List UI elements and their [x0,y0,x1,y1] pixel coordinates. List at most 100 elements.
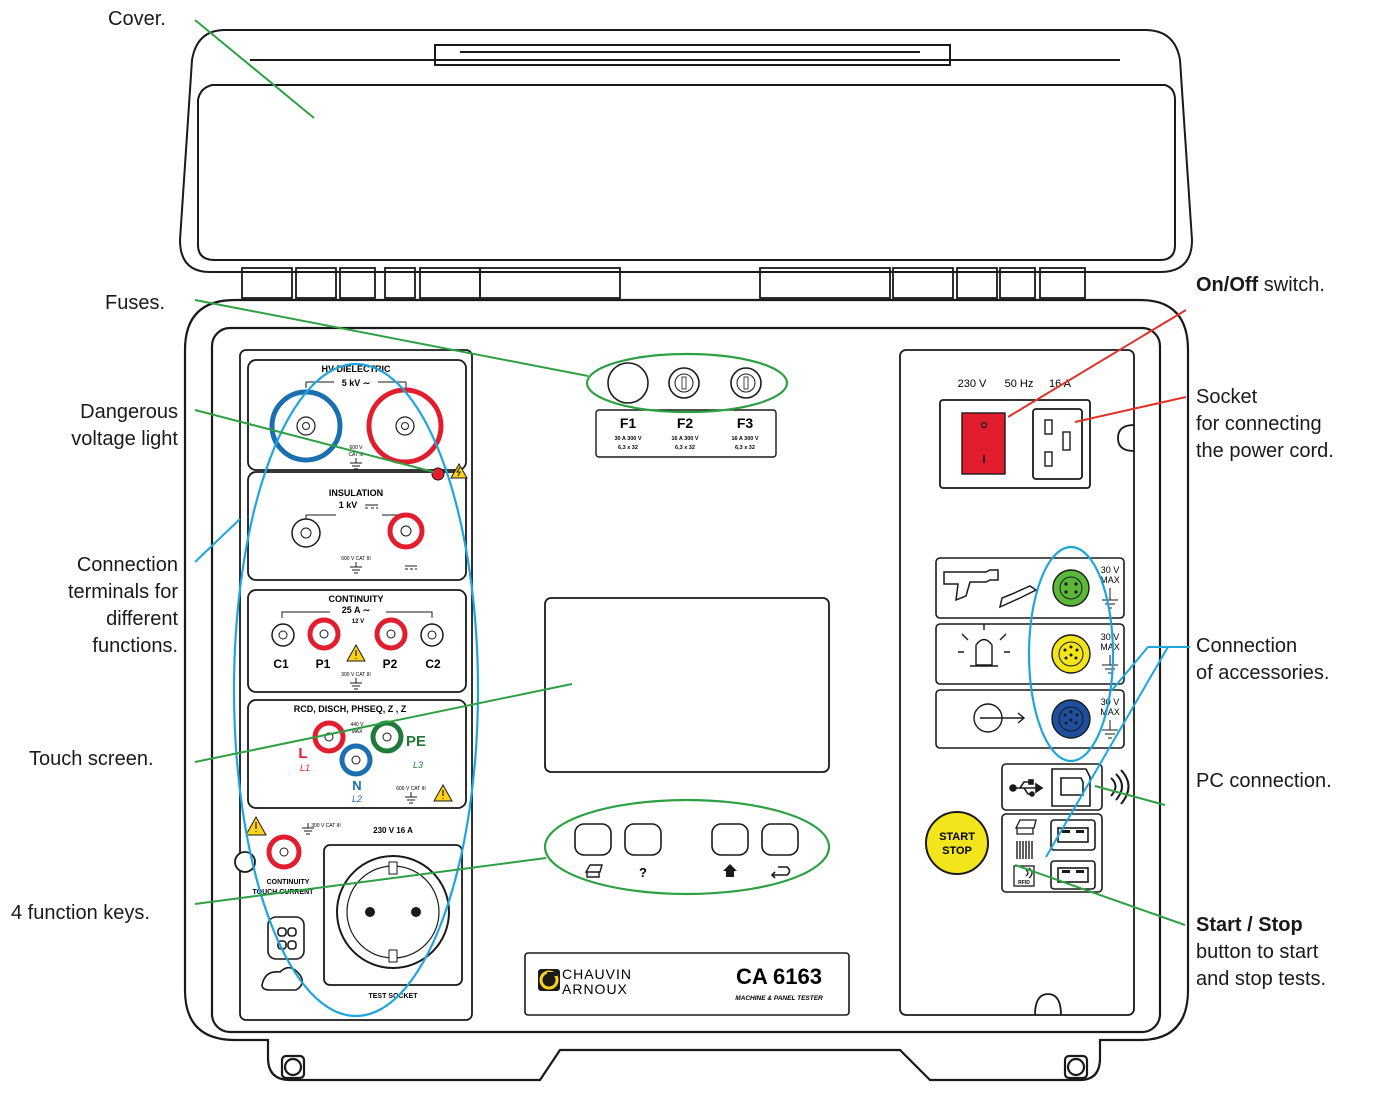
warning-icon [346,643,366,662]
usb-a-port-top[interactable] [1050,819,1096,851]
callout-terminals-line3: different [106,608,178,630]
instrument-diagram: HV DIELECTRIC 5 kV ∼ 600 V CAT III INSUL… [178,19,1194,1082]
function-key-2[interactable] [624,823,662,856]
label-c1: C1 [273,657,289,671]
chauvin-arnoux-logo [538,969,560,991]
hv-terminal-red[interactable] [366,387,444,465]
help-icon: ? [639,865,647,880]
touch-screen[interactable] [544,597,830,773]
callout-touch-screen: Touch screen. [29,746,154,773]
callout-start-stop: Start / Stop button to start and stop te… [1196,912,1326,993]
stop-label: STOP [942,845,972,857]
ins-cat: 600 V CAT III [341,556,371,562]
ins-sub: 1 kV [339,500,358,510]
ts-rating: 230 V 16 A [373,826,413,835]
callout-danger-light: Dangerous voltage light [71,399,178,453]
cont-terminal-c2[interactable] [420,623,444,647]
ins-terminal-black[interactable] [291,518,321,548]
fuse-f1-rating: 30 A 300 V [614,436,641,442]
function-key-3[interactable] [711,823,749,856]
fuse-f3-rating: 16 A 300 V [731,436,758,442]
danger-light [431,467,445,481]
function-keys [574,823,799,856]
acc3-max: MAX [1100,707,1120,717]
cont-terminal-p2[interactable] [374,617,408,651]
mains-voltage: 230 V [958,378,987,390]
label-pe: PE [406,733,426,750]
rcd-terminal-pe[interactable] [370,720,404,754]
fuse-f1-size: 6,3 x 32 [618,445,638,451]
callout-terminals-line2: terminals for [67,581,178,603]
fuses-leader [194,299,589,377]
power-socket[interactable] [1044,419,1071,467]
ts-terminal-red[interactable] [266,834,302,870]
rcd-title: RCD, DISCH, PHSEQ, Z , Z [294,704,407,714]
mains-frequency: 50 Hz [1005,378,1034,390]
ground-icon [350,458,362,470]
label-c2: C2 [425,657,441,671]
printer-icon [584,864,603,878]
pc-leader [1094,785,1166,806]
accessory-connector-green[interactable] [1052,569,1090,607]
cont-terminal-c1[interactable] [271,623,295,647]
wifi-icon [1110,769,1130,805]
cont-terminal-p1[interactable] [307,617,341,651]
cont-cat: 300 V CAT III [341,672,371,678]
function-key-1[interactable] [574,823,612,856]
ins-terminal-red[interactable] [387,512,425,550]
right-panel [899,349,1135,1016]
hv-title: HV DIELECTRIC [321,364,391,374]
model-name: CA 6163 [736,964,822,989]
callout-keys-text: 4 function keys. [11,902,150,924]
printer-icon [1014,819,1037,835]
ground-icon [350,562,362,574]
accessory-connector-blue[interactable] [1051,699,1091,739]
label-p1: P1 [316,657,331,671]
fuse-f2-label: F2 [677,415,694,431]
callout-on-off: On/Off switch. [1196,272,1325,299]
back-icon [770,866,791,879]
brand-line-1: CHAUVIN [562,966,632,982]
accessory-connector-yellow[interactable] [1051,634,1091,674]
rfid-label: RFID [1018,880,1030,886]
fuse-f3-size: 6,3 x 32 [735,445,755,451]
model-sub: MACHINE & PANEL TESTER [735,995,823,1002]
callout-start-bold: Start / Stop [1196,914,1303,936]
callout-acc-line2: of accessories. [1196,662,1330,684]
label-l1: L1 [300,763,310,773]
fuse-f2-rating: 16 A 300 V [671,436,698,442]
hv-terminal-blue[interactable] [269,389,343,463]
cont-v: 12 V [352,619,364,625]
callout-cover-text: Cover. [108,8,166,30]
callout-fuses: Fuses. [105,290,165,317]
hv-sub: 5 kV ∼ [342,378,371,388]
ts-cont1: CONTINUITY [267,879,310,886]
callout-start-line2: button to start [1196,941,1319,963]
function-key-4[interactable] [761,823,799,856]
callout-accessories: Connection of accessories. [1196,633,1329,687]
barcode-icon [1016,841,1033,859]
ts-cat: 300 V CAT III [311,823,341,829]
rcd-terminal-n[interactable] [339,743,373,777]
fuse-f2[interactable] [668,367,700,399]
usb-icon [1009,779,1044,797]
fuse-f3[interactable] [730,367,762,399]
acc2-voltage: 30 V [1101,632,1120,642]
start-stop-button[interactable] [925,811,989,875]
callout-danger-line2: voltage light [71,428,178,450]
on-off-switch[interactable] [961,412,1006,475]
callout-function-keys: 4 function keys. [11,900,150,927]
start-label: START [939,831,975,843]
ground-icon [350,678,362,690]
lamp-icon [958,624,1010,667]
cover [178,29,1194,273]
callout-terminals: Connection terminals for different funct… [68,552,178,660]
warning-icon [245,815,267,836]
terminals-leader [194,518,241,563]
fuse-f3-label: F3 [737,415,754,431]
callout-danger-line1: Dangerous [80,401,178,423]
usb-b-port[interactable] [1051,768,1091,807]
callout-onoff-rest: switch. [1258,274,1325,296]
label-l: L [298,745,307,762]
fuse-f1-label: F1 [620,415,637,431]
